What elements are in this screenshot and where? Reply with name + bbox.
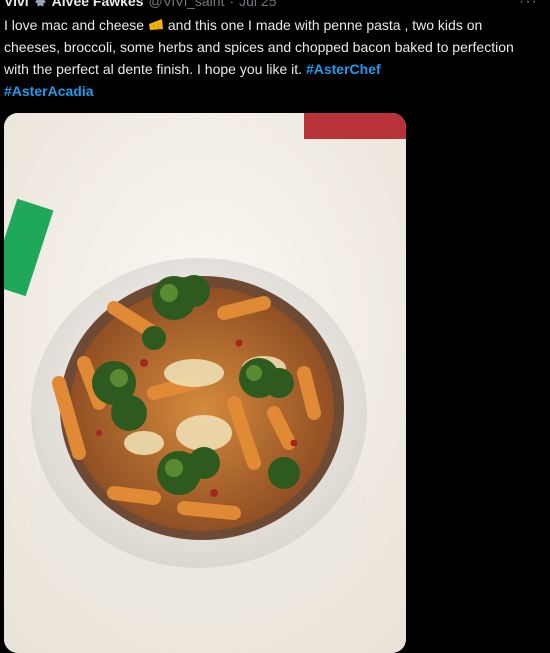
hashtag-asteracadia[interactable]: #AsterAcadia	[4, 83, 94, 99]
separator-dot: ·	[229, 0, 235, 9]
cheese-emoji-icon	[148, 19, 163, 30]
author-badge-icon	[34, 0, 46, 6]
tweet-photo[interactable]	[4, 113, 406, 653]
food-photo-illustration	[4, 113, 406, 653]
more-options-icon[interactable]: ···	[519, 0, 538, 11]
author-display-name[interactable]: Vivi	[4, 0, 29, 9]
tweet-text: I love mac and cheese and this one I mad…	[4, 14, 539, 102]
tweet-timestamp[interactable]: Jul 25	[239, 0, 276, 9]
author-name[interactable]: Alvee Fawkes	[52, 0, 144, 9]
tweet-text-part-1: I love mac and cheese	[4, 17, 145, 33]
hashtag-asterchef[interactable]: #AsterChef	[306, 61, 381, 77]
tweet-header: Vivi Alvee Fawkes @ViVi_saint · Jul 25	[4, 0, 277, 9]
author-handle[interactable]: @ViVi_saint	[149, 0, 225, 9]
